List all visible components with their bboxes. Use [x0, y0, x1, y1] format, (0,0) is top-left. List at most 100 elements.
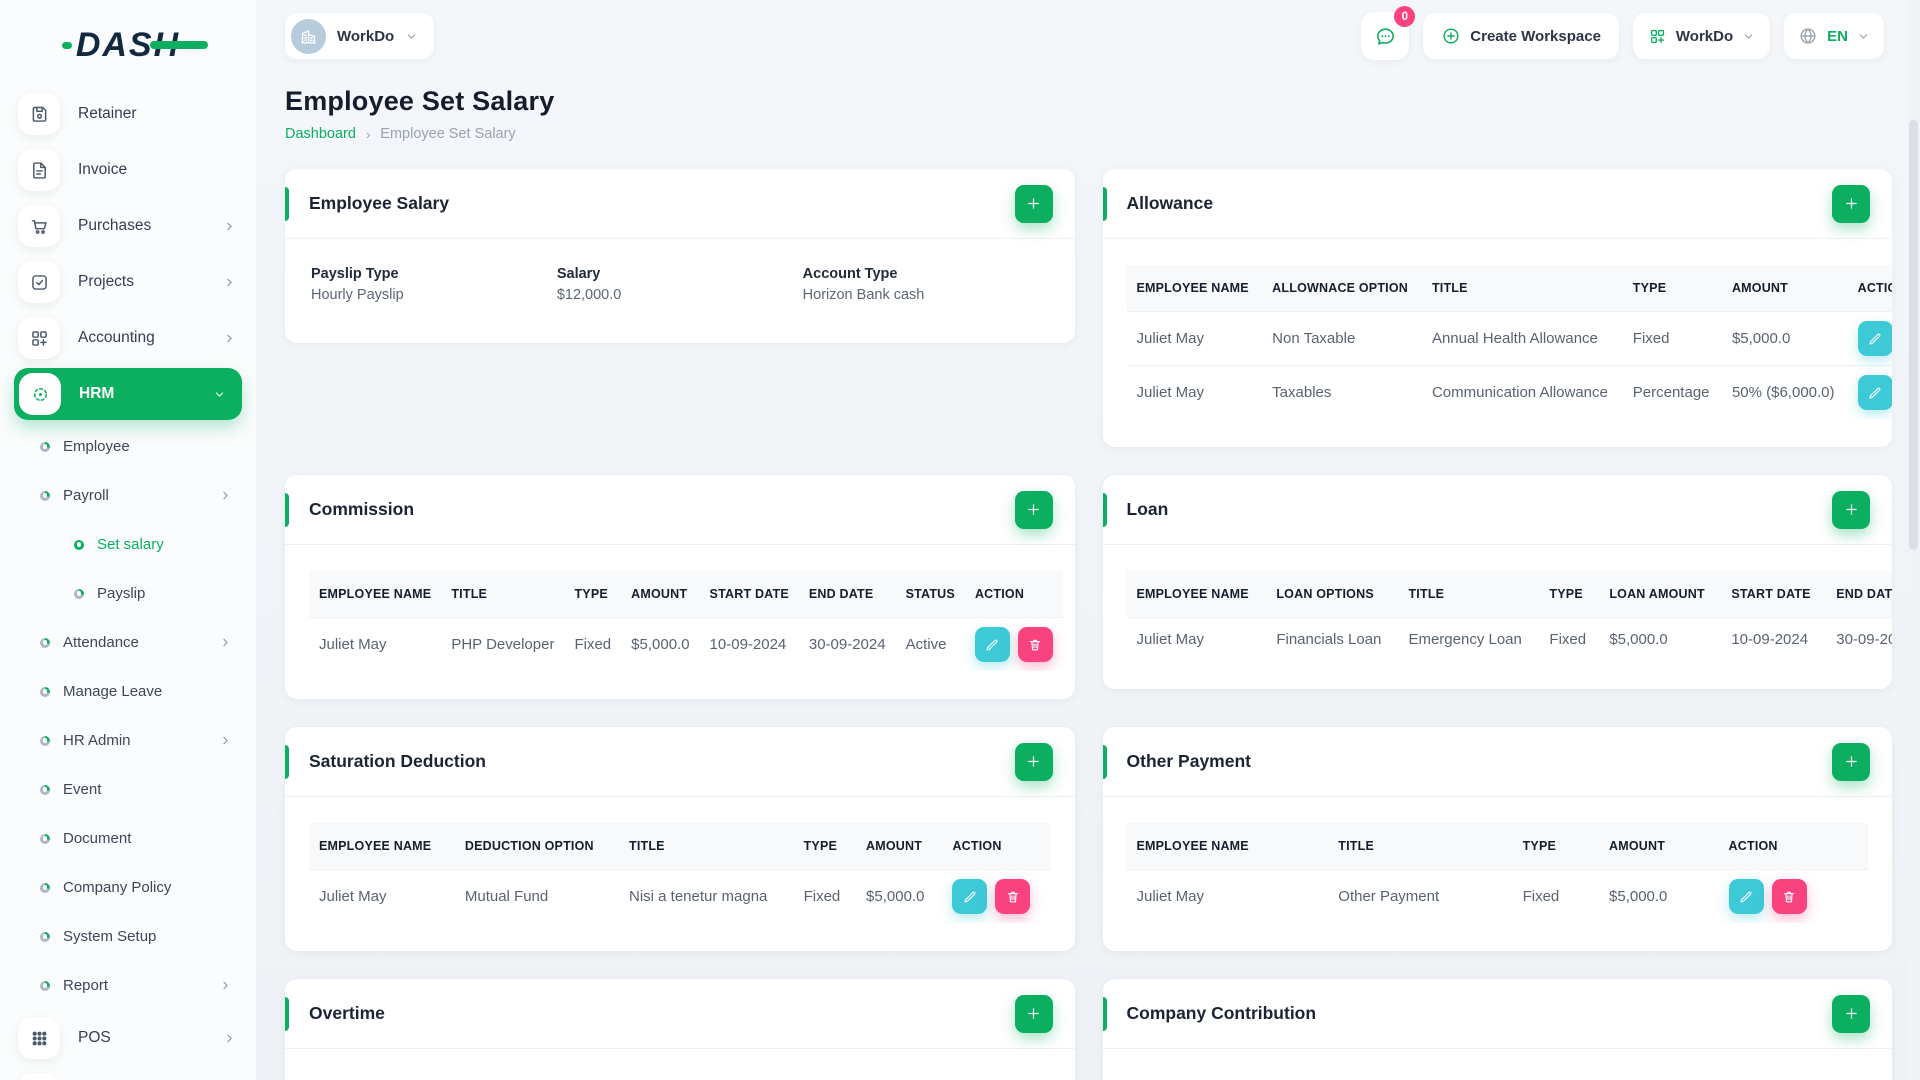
delete-button[interactable] — [1017, 627, 1053, 662]
data-table: EMPLOYEE NAME TITLE TYPE AMOUNT ACTION Juliet… — [1126, 823, 1868, 923]
page-content: Employee Set Salary Dashboard › Employee… — [256, 72, 1920, 1080]
language-selector[interactable]: EN — [1784, 13, 1884, 59]
sidebar-item-pos[interactable]: POS — [0, 1010, 256, 1066]
sidebar-item-label: Accounting — [78, 329, 155, 346]
column-header: STATUS — [895, 571, 965, 618]
column-header: AMOUNT — [1721, 265, 1848, 312]
table-cell: $5,000.0 — [1599, 617, 1722, 661]
sidebar-item-accounting[interactable]: Accounting — [0, 310, 256, 366]
sidebar-item-hrm[interactable]: HRM — [14, 368, 242, 420]
sidebar-item-document[interactable]: Document — [0, 814, 256, 863]
add-button[interactable] — [1014, 742, 1053, 781]
actions-cell — [964, 617, 1063, 671]
column-header: ALLOWNACE OPTION — [1262, 265, 1422, 312]
column-header: EMPLOYEE NAME — [309, 571, 442, 618]
sidebar-item-label: Event — [63, 781, 102, 798]
sidebar-item-employee[interactable]: Employee — [0, 422, 256, 471]
add-button[interactable] — [1014, 490, 1053, 529]
column-header: TITLE — [618, 823, 794, 870]
breadcrumb-dashboard-link[interactable]: Dashboard — [285, 126, 356, 142]
sidebar-item-payroll[interactable]: Payroll — [0, 471, 256, 520]
sidebar-item-report[interactable]: Report — [0, 961, 256, 1010]
table-cell: Fixed — [1622, 311, 1722, 366]
sidebar-item-label: Report — [63, 977, 109, 994]
sidebar-item-event[interactable]: Event — [0, 765, 256, 814]
card-allowance: Allowance EMPLOYEE NAME ALLOWNACE OPTION TI… — [1102, 169, 1892, 447]
add-button[interactable] — [1832, 742, 1870, 781]
table-body: Juliet May Non Taxable Annual Health Allow… — [1126, 311, 1892, 419]
delete-button[interactable] — [1771, 879, 1807, 914]
table-cell: Fixed — [564, 617, 622, 671]
sidebar-item-label: System Setup — [63, 928, 157, 945]
field-label: Payslip Type — [311, 266, 399, 282]
card-header: Employee Salary — [285, 169, 1075, 239]
chevron-down-icon — [1857, 30, 1870, 43]
edit-button[interactable] — [974, 627, 1010, 662]
bullet-icon — [40, 490, 50, 501]
edit-button[interactable] — [1857, 321, 1892, 356]
add-button[interactable] — [1014, 994, 1053, 1033]
table-cell: $5,000.0 — [1721, 311, 1848, 366]
workspace-selector[interactable]: WorkDo — [285, 13, 435, 59]
field-label: Account Type — [802, 266, 898, 282]
workspace-switcher[interactable]: WorkDo — [1632, 13, 1771, 59]
sidebar-item-company-policy[interactable]: Company Policy — [0, 863, 256, 912]
sidebar-item-label: Purchases — [78, 217, 152, 234]
workspace-switcher-label: WorkDo — [1675, 27, 1734, 45]
sidebar-item-attendance[interactable]: Attendance — [0, 618, 256, 667]
edit-button[interactable] — [1857, 375, 1892, 410]
add-button[interactable] — [1832, 184, 1870, 223]
chevron-right-icon — [219, 734, 232, 747]
field-value: $12,000.0 — [556, 287, 622, 303]
chevron-right-icon — [223, 276, 236, 289]
field-salary: Salary $12,000.0 — [557, 266, 803, 303]
chevron-right-icon — [223, 1032, 236, 1045]
sidebar-item-retainer[interactable]: Retainer — [0, 86, 256, 142]
sidebar-item-hr-admin[interactable]: HR Admin — [0, 716, 256, 765]
brand-logo[interactable]: DASH — [0, 18, 256, 72]
card-title: Other Payment — [1126, 751, 1251, 771]
sidebar-item-set-salary[interactable]: Set salary — [0, 520, 256, 569]
breadcrumb-current: Employee Set Salary — [380, 126, 516, 142]
table-cell: $5,000.0 — [856, 869, 943, 923]
field-payslip-type: Payslip Type Hourly Payslip — [311, 266, 557, 303]
globe-icon — [1798, 26, 1818, 46]
edit-button[interactable] — [952, 879, 988, 914]
table-cell: Juliet May — [309, 869, 455, 923]
table-cell: Non Taxable — [1262, 311, 1422, 366]
sidebar-item-payslip[interactable]: Payslip — [0, 569, 256, 618]
sidebar-item-crm[interactable]: CRM — [0, 1066, 256, 1080]
add-button[interactable] — [1832, 994, 1870, 1033]
column-header: EMPLOYEE NAME — [1126, 265, 1263, 312]
sidebar-item-invoice[interactable]: Invoice — [0, 142, 256, 198]
sidebar-item-system-setup[interactable]: System Setup — [0, 912, 256, 961]
edit-button[interactable] — [1728, 879, 1764, 914]
card-header: Other Payment — [1102, 727, 1892, 797]
sidebar: DASH Retainer Invoice Purchases Projects Acc… — [0, 0, 256, 1080]
add-button[interactable] — [1014, 184, 1053, 223]
table-row: Juliet May Other Payment Fixed $5,000.0 — [1126, 869, 1868, 923]
sidebar-item-label: Attendance — [63, 634, 139, 651]
scrollbar-thumb[interactable] — [1909, 120, 1918, 550]
table-head: EMPLOYEE NAME ALLOWNACE OPTION TITLE TYPE AM… — [1126, 265, 1892, 312]
messages-button[interactable]: 0 — [1361, 6, 1416, 60]
sidebar-item-label: Projects — [78, 273, 134, 290]
bullet-icon — [40, 637, 50, 648]
table-cell: Fixed — [793, 869, 857, 923]
header-row: EMPLOYEE NAME LOAN OPTIONS TITLE TYPE LOAN A… — [1126, 571, 1892, 618]
delete-button[interactable] — [995, 879, 1031, 914]
sidebar-item-projects[interactable]: Projects — [0, 254, 256, 310]
page-scrollbar[interactable] — [1907, 0, 1920, 1080]
table-head: EMPLOYEE NAME TITLE TYPE AMOUNT ACTION — [1126, 823, 1868, 870]
column-header: TITLE — [1421, 265, 1623, 312]
create-workspace-button[interactable]: Create Workspace — [1423, 13, 1619, 59]
card-title: Commission — [309, 499, 415, 519]
add-button[interactable] — [1832, 490, 1870, 529]
sidebar-item-manage-leave[interactable]: Manage Leave — [0, 667, 256, 716]
header-row: EMPLOYEE NAME TITLE TYPE AMOUNT START DATE EN… — [309, 571, 1063, 618]
column-header: EMPLOYEE NAME — [309, 823, 455, 870]
column-header: START DATE — [1721, 571, 1827, 618]
sidebar-item-purchases[interactable]: Purchases — [0, 198, 256, 254]
bullet-icon — [40, 441, 50, 452]
actions-cell — [1718, 869, 1868, 923]
